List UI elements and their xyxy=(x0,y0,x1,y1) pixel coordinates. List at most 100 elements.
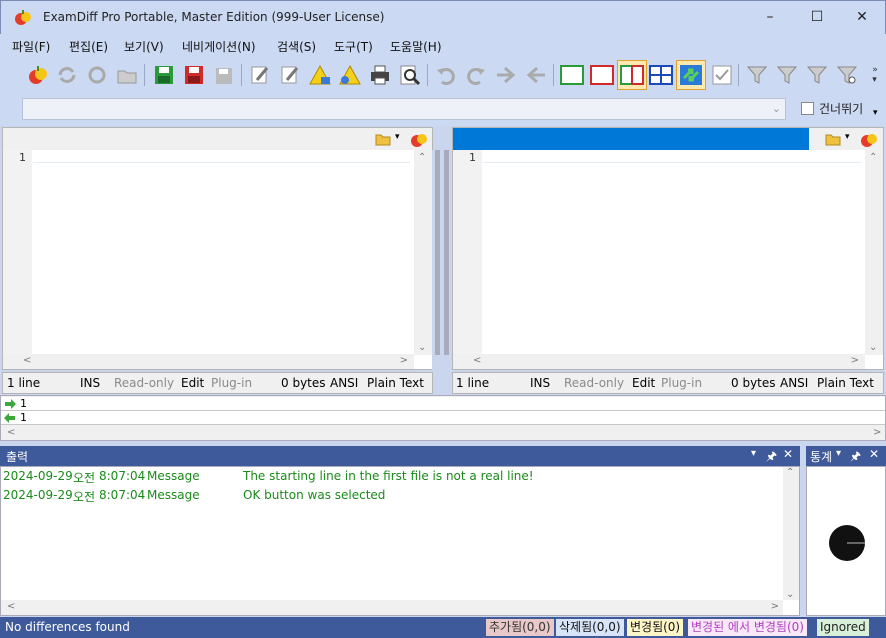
save-left-icon[interactable] xyxy=(151,62,177,88)
close-button[interactable]: ✕ xyxy=(839,1,885,33)
stats-pin-icon[interactable]: 🖈 xyxy=(850,447,861,468)
right-compare-icon[interactable] xyxy=(860,131,878,149)
right-path-bar[interactable] xyxy=(453,128,809,150)
print-icon[interactable] xyxy=(367,62,393,88)
left-dropdown-icon[interactable]: ▾ xyxy=(395,132,400,142)
output-date: 2024-09-29 xyxy=(3,488,73,502)
right-encoding: ANSI xyxy=(780,376,809,390)
output-horizontal-scrollbar[interactable]: < > xyxy=(1,600,783,615)
output-close-icon[interactable]: ✕ xyxy=(783,447,793,461)
diff-row-right[interactable]: 1 xyxy=(1,411,885,425)
open-right-folder-icon[interactable] xyxy=(825,132,841,146)
right-readonly: Read-only xyxy=(564,376,625,390)
left-insert-mode: INS xyxy=(80,376,101,390)
added-badge: 추가됨(0,0) xyxy=(486,619,554,636)
stats-close-icon[interactable]: ✕ xyxy=(869,447,879,461)
output-date: 2024-09-29 xyxy=(3,469,73,483)
menu-navigation[interactable]: 네비게이션(N) xyxy=(182,38,256,55)
stats-title: 통계 xyxy=(810,450,833,464)
output-message: The starting line in the first file is n… xyxy=(243,469,534,483)
output-menu-icon[interactable]: ▾ xyxy=(751,448,756,459)
output-vertical-scrollbar[interactable]: ⌃ ⌄ xyxy=(783,467,799,600)
undo-icon[interactable] xyxy=(433,62,459,88)
filter-icon[interactable] xyxy=(744,62,770,88)
edit-left-icon[interactable] xyxy=(247,62,273,88)
prev-diff-icon[interactable] xyxy=(523,62,549,88)
warning-all-icon[interactable] xyxy=(337,62,363,88)
menu-tools[interactable]: 도구(T) xyxy=(334,38,373,55)
output-pin-icon[interactable]: 🖈 xyxy=(766,447,777,468)
edit-right-icon[interactable] xyxy=(277,62,303,88)
right-file-type: Plain Text xyxy=(817,376,874,390)
open-folder-icon[interactable] xyxy=(114,62,140,88)
left-status-bar: 1 line INS Read-only Edit Plug-in 0 byte… xyxy=(2,372,433,394)
left-current-line[interactable] xyxy=(33,152,410,163)
diff-row-left[interactable]: 1 xyxy=(1,397,885,411)
left-readonly: Read-only xyxy=(114,376,175,390)
sync-scroll-icon[interactable] xyxy=(676,60,706,90)
minimize-button[interactable]: – xyxy=(747,1,793,33)
skip-checkbox-group[interactable]: 건너뛰기 xyxy=(801,100,863,117)
filter-search-icon[interactable] xyxy=(834,62,860,88)
layout-right-icon[interactable] xyxy=(589,62,615,88)
skip-checkbox[interactable] xyxy=(801,102,814,115)
warning-icon[interactable] xyxy=(307,62,333,88)
left-vertical-scrollbar[interactable]: ⌃ ⌄ xyxy=(414,150,432,355)
maximize-button[interactable]: ☐ xyxy=(794,1,840,33)
right-current-line[interactable] xyxy=(483,152,861,163)
toolbar-overflow-icon[interactable]: » ▾ xyxy=(866,62,884,88)
output-title: 출력 xyxy=(6,450,29,464)
pane-splitter[interactable] xyxy=(432,150,452,395)
layout-left-icon[interactable] xyxy=(559,62,585,88)
diffbar-scroll-right[interactable]: > xyxy=(873,427,881,438)
print-preview-icon[interactable] xyxy=(397,62,423,88)
diff-row-right-number: 1 xyxy=(20,411,27,424)
diffbar-scroll-left[interactable]: < xyxy=(7,427,15,438)
chevron-down-icon[interactable]: ⌄ xyxy=(772,102,781,115)
menu-view[interactable]: 보기(V) xyxy=(124,38,164,55)
filter-left-icon[interactable] xyxy=(774,62,800,88)
redo-icon[interactable] xyxy=(463,62,489,88)
refresh-icon[interactable] xyxy=(54,62,80,88)
path-toolbar: ⌄ 건너뛰기 ▾ xyxy=(0,92,886,126)
left-arrow-green-icon xyxy=(5,399,16,409)
swap-icon[interactable] xyxy=(84,62,110,88)
layout-side-by-side-icon[interactable] xyxy=(617,60,647,90)
menu-edit[interactable]: 편집(E) xyxy=(69,38,108,55)
right-vertical-scrollbar[interactable]: ⌃ ⌄ xyxy=(865,150,883,355)
left-edit: Edit xyxy=(181,376,205,390)
right-horizontal-scrollbar[interactable]: < > xyxy=(453,354,865,369)
app-logo-icon xyxy=(15,10,31,25)
right-line-number: 1 xyxy=(469,151,476,164)
next-diff-icon[interactable] xyxy=(493,62,519,88)
menu-help[interactable]: 도움말(H) xyxy=(390,38,442,55)
menu-search[interactable]: 검색(S) xyxy=(277,38,316,55)
save-all-icon[interactable] xyxy=(211,62,237,88)
right-insert-mode: INS xyxy=(530,376,551,390)
main-toolbar: » ▾ xyxy=(0,58,886,92)
left-editor[interactable]: 1 ⌃ ⌄ < > xyxy=(2,150,433,370)
check-icon[interactable] xyxy=(709,62,735,88)
stats-menu-icon[interactable]: ▾ xyxy=(836,448,841,459)
left-compare-icon[interactable] xyxy=(410,131,428,149)
menu-file[interactable]: 파일(F) xyxy=(12,38,50,55)
left-horizontal-scrollbar[interactable]: < > xyxy=(3,354,414,369)
right-editor[interactable]: 1 ⌃ ⌄ < > xyxy=(452,150,884,370)
left-file-size: 0 bytes xyxy=(281,376,326,390)
output-ampm: 오전 xyxy=(73,471,96,485)
output-panel-header: 출력 ▾ 🖈 ✕ xyxy=(0,446,800,466)
filter-right-icon[interactable] xyxy=(804,62,830,88)
right-dropdown-icon[interactable]: ▾ xyxy=(845,132,850,142)
right-plugin: Plug-in xyxy=(661,376,703,390)
save-right-icon[interactable] xyxy=(181,62,207,88)
open-left-folder-icon[interactable] xyxy=(375,132,391,146)
changed-in-changed-badge: 변경된 에서 변경됨(0) xyxy=(688,619,807,636)
layout-grid-icon[interactable] xyxy=(648,62,674,88)
path-combobox[interactable]: ⌄ xyxy=(22,98,786,120)
toolbar2-overflow-icon[interactable]: ▾ xyxy=(873,108,878,118)
compare-icon[interactable] xyxy=(25,62,51,88)
output-time: 8:07:04 xyxy=(99,469,146,483)
stats-pie-icon xyxy=(829,525,865,561)
right-gutter: 1 xyxy=(453,150,482,355)
stats-panel-header: 통계 ▾ 🖈 ✕ xyxy=(806,446,886,466)
